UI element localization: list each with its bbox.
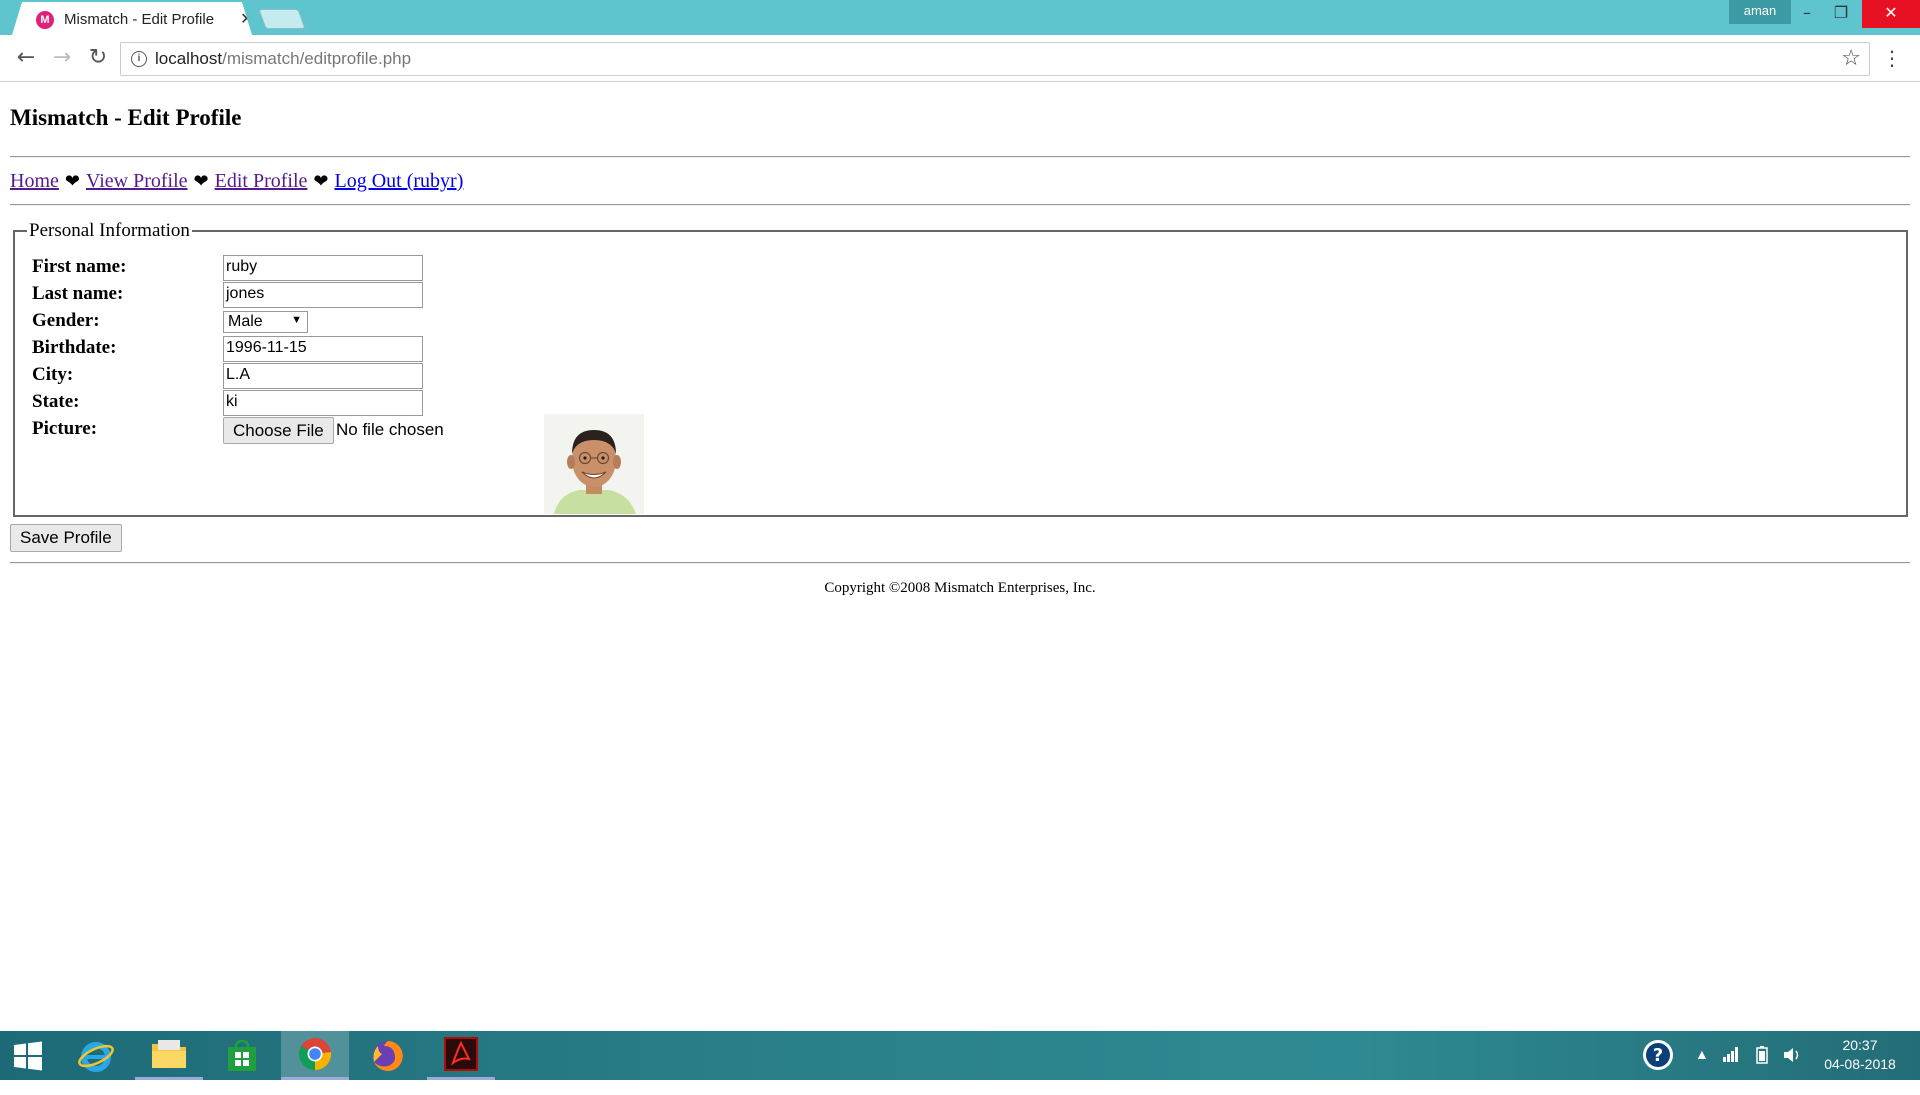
first-name-input[interactable]: ruby [223,255,423,281]
profile-badge[interactable]: aman [1729,0,1791,24]
nav-link-edit-profile[interactable]: Edit Profile [215,170,308,192]
first-name-label: First name: [32,256,127,277]
gender-selected-value: Male [228,313,263,330]
acrobat-icon[interactable] [427,1031,495,1080]
file-explorer-icon[interactable] [135,1031,203,1080]
nav-link-logout[interactable]: Log Out (rubyr) [335,170,464,192]
reload-icon[interactable]: ↻ [84,45,112,73]
state-label: State: [32,391,80,412]
fieldset-legend: Personal Information [29,220,190,241]
divider [10,562,1910,564]
tab-title: Mismatch - Edit Profile [64,11,215,28]
taskbar-clock[interactable]: 20:37 04-08-2018 [1810,1036,1910,1074]
forward-arrow-icon[interactable]: → [48,45,76,73]
mismatch-favicon-icon: M [36,11,54,29]
page-content: Mismatch - Edit Profile Home ❤ View Profil… [0,83,1920,1031]
chrome-icon[interactable] [281,1031,349,1080]
heart-separator-icon: ❤ [64,171,80,192]
gender-label: Gender: [32,310,100,331]
browser-toolbar: ← → ↻ i localhost/mismatch/editprofile.p… [0,35,1920,82]
heart-separator-icon: ❤ [313,171,329,192]
choose-file-button[interactable]: Choose File [223,417,334,444]
network-icon[interactable] [1722,1045,1740,1094]
url-text[interactable]: localhost/mismatch/editprofile.php [155,49,411,69]
nav-menu: Home ❤ View Profile ❤ Edit Profile ❤ Log Out (… [10,170,463,193]
profile-photo-image [544,414,644,514]
divider [10,204,1910,206]
info-icon[interactable]: i [131,51,147,67]
browser-menu-icon[interactable]: ⋮ [1882,46,1902,70]
battery-icon[interactable] [1752,1045,1772,1094]
tab-close-icon[interactable]: ✕ [240,9,253,28]
bookmark-star-icon[interactable]: ☆ [1841,46,1861,71]
firefox-icon[interactable] [354,1031,422,1080]
close-window-icon[interactable]: ✕ [1862,0,1920,28]
state-input[interactable]: ki [223,390,423,416]
city-label: City: [32,364,74,385]
browser-tab[interactable]: M Mismatch - Edit Profile ✕ [12,2,252,35]
divider [10,156,1910,158]
nav-link-home[interactable]: Home [10,170,59,192]
browser-titlebar: M Mismatch - Edit Profile ✕ aman – ❐ ✕ [0,0,1920,35]
volume-icon[interactable] [1782,1045,1802,1094]
page-title: Mismatch - Edit Profile [10,105,242,130]
address-bar[interactable]: i localhost/mismatch/editprofile.php ☆ [120,42,1870,76]
store-icon[interactable] [208,1031,276,1080]
save-profile-button[interactable]: Save Profile [10,524,122,552]
clock-time: 20:37 [1842,1037,1878,1053]
svg-text:?: ? [1653,1045,1663,1066]
new-tab-button[interactable] [258,9,306,29]
birthdate-input[interactable]: 1996-11-15 [223,336,423,362]
picture-label: Picture: [32,418,98,439]
last-name-input[interactable]: jones [223,282,423,308]
last-name-label: Last name: [32,283,124,304]
help-icon[interactable]: ? [1642,1039,1674,1088]
heart-separator-icon: ❤ [193,171,209,192]
profile-picture [544,414,644,514]
copyright-text: Copyright ©2008 Mismatch Enterprises, In… [824,580,1096,596]
start-icon[interactable] [0,1031,56,1080]
back-arrow-icon[interactable]: ← [12,45,40,73]
city-input[interactable]: L.A [223,363,423,389]
nav-link-view-profile[interactable]: View Profile [86,170,188,192]
url-path: /mismatch/editprofile.php [222,49,412,68]
birthdate-label: Birthdate: [32,337,117,358]
clock-date: 04-08-2018 [1824,1056,1896,1072]
internet-explorer-icon[interactable] [62,1031,130,1080]
gender-select[interactable]: Male ▼ [223,311,308,333]
file-status-text: No file chosen [336,420,444,439]
personal-info-fieldset: Personal Information First name: ruby La… [13,220,1908,517]
show-hidden-icons-icon[interactable]: ▲ [1695,1046,1709,1095]
maximize-icon[interactable]: ❐ [1818,0,1864,28]
url-host: localhost [155,49,223,68]
dropdown-arrow-icon: ▼ [291,314,302,326]
taskbar: ? ▲ 20:37 04-08-2018 [0,1031,1920,1080]
